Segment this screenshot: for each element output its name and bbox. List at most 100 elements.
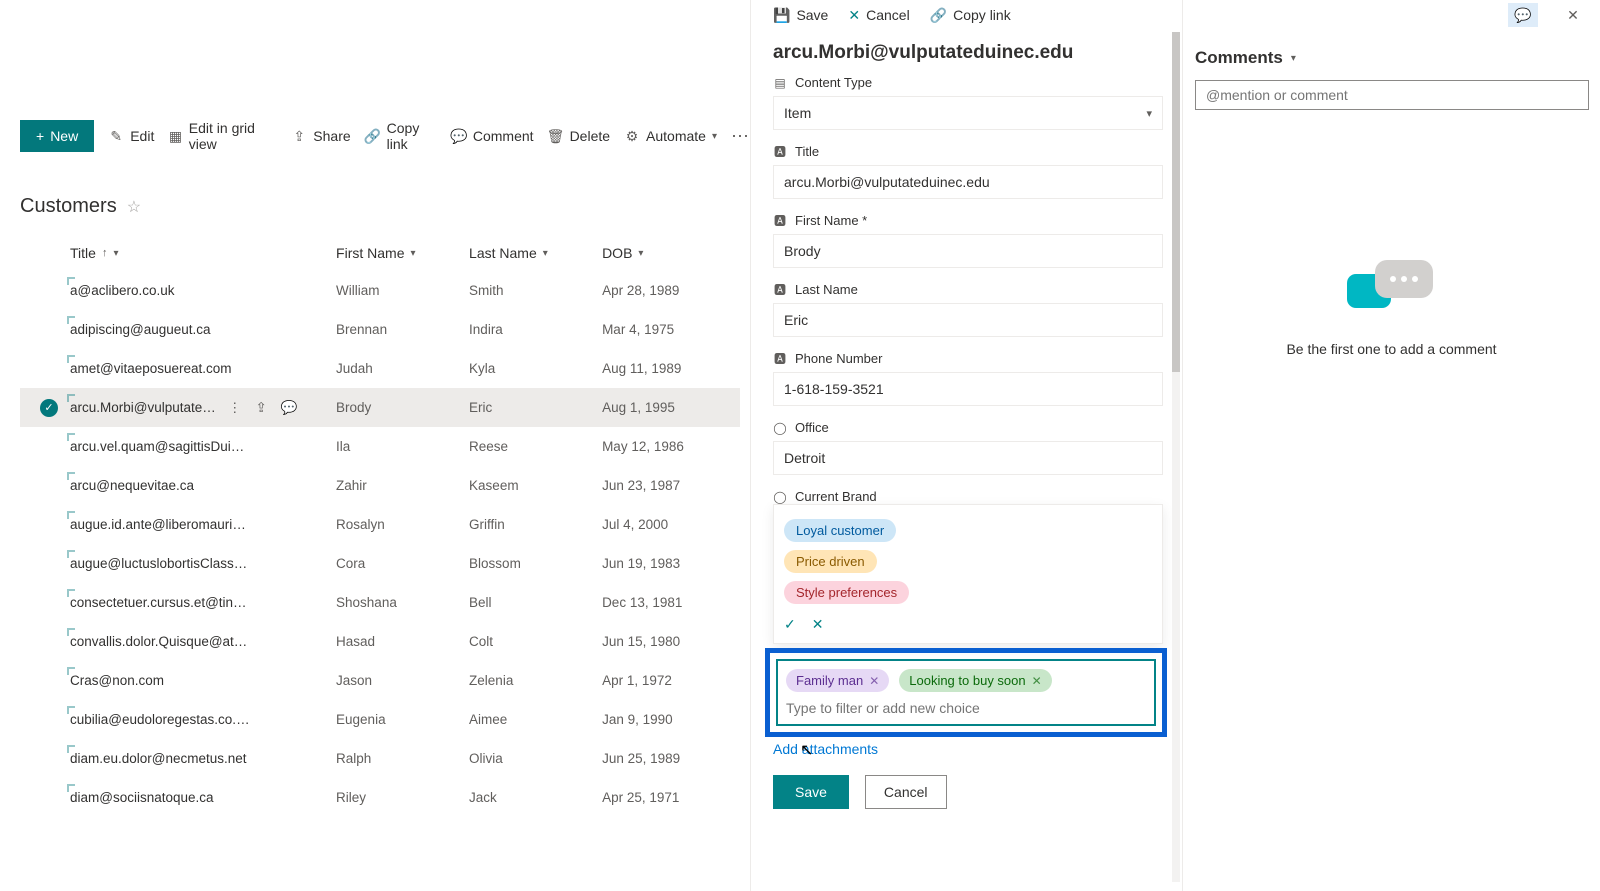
table-row[interactable]: ✓adipiscing@augueut.ca⋮⇪💬BrennanIndiraMa…: [20, 310, 740, 349]
comments-panel: 💬 ✕ Comments ▾ Be the first one to add a…: [1182, 0, 1600, 891]
field-first-name: 🅰First Name * Brody: [773, 213, 1163, 268]
comment-icon: 💬: [451, 128, 467, 144]
close-panel-button[interactable]: ✕: [1558, 3, 1588, 27]
scrollbar-thumb[interactable]: [1172, 32, 1180, 372]
link-icon: 🔗: [930, 7, 947, 24]
cell-dob: Mar 4, 1975: [602, 322, 740, 337]
main-list-area: + New ✎ Edit ▦ Edit in grid view ⇪ Share…: [0, 0, 750, 891]
cell-title: a@aclibero.co.uk⋮⇪💬: [70, 283, 336, 299]
dropdown-cancel-icon[interactable]: ✕: [812, 616, 824, 633]
table-row[interactable]: ✓amet@vitaeposuereat.com⋮⇪💬JudahKylaAug …: [20, 349, 740, 388]
link-icon: 🔗: [365, 128, 381, 144]
cell-title: cubilia@eudoloregestas.co.uk⋮⇪💬: [70, 712, 336, 728]
field-content-type: ▤Content Type Item ▾: [773, 75, 1163, 130]
panel-cancel-button[interactable]: ✕ Cancel: [848, 7, 909, 24]
text-icon: 🅰: [773, 145, 787, 159]
tag-remove-icon[interactable]: ✕: [869, 674, 879, 688]
choice-option-price[interactable]: Price driven: [784, 550, 877, 573]
table-row[interactable]: ✓augue@luctuslobortisClass.co.uk⋮⇪💬CoraB…: [20, 544, 740, 583]
phone-input[interactable]: 1-618-159-3521: [773, 372, 1163, 406]
office-input[interactable]: Detroit: [773, 441, 1163, 475]
col-dob[interactable]: DOB ▾: [602, 245, 740, 261]
delete-button[interactable]: 🗑 Delete: [548, 128, 610, 144]
cell-first-name: Jason: [336, 673, 469, 688]
row-selected-check-icon[interactable]: ✓: [40, 399, 58, 417]
title-input[interactable]: arcu.Morbi@vulputateduinec.edu: [773, 165, 1163, 199]
choice-option-loyal[interactable]: Loyal customer: [784, 519, 896, 542]
cell-title: augue@luctuslobortisClass.co.uk⋮⇪💬: [70, 556, 336, 572]
panel-scrollbar[interactable]: [1172, 32, 1180, 882]
content-type-select[interactable]: Item ▾: [773, 96, 1163, 130]
table-row[interactable]: ✓cubilia@eudoloregestas.co.uk⋮⇪💬EugeniaA…: [20, 700, 740, 739]
cell-dob: May 12, 1986: [602, 439, 740, 454]
panel-save-button[interactable]: 💾 Save: [773, 7, 828, 24]
field-title: 🅰Title arcu.Morbi@vulputateduinec.edu: [773, 144, 1163, 199]
row-comment-icon[interactable]: 💬: [281, 400, 298, 416]
last-name-input[interactable]: Eric: [773, 303, 1163, 337]
row-share-icon[interactable]: ⇪: [256, 400, 267, 416]
col-first-name[interactable]: First Name ▾: [336, 245, 469, 261]
customers-table: Title ↑ ▾ First Name ▾ Last Name ▾ DOB ▾…: [20, 235, 740, 817]
plus-icon: +: [36, 128, 44, 144]
col-title[interactable]: Title ↑ ▾: [70, 245, 336, 261]
choice-option-style[interactable]: Style preferences: [784, 581, 909, 604]
edit-button[interactable]: ✎ Edit: [108, 128, 154, 144]
cell-last-name: Aimee: [469, 712, 602, 727]
cell-first-name: Judah: [336, 361, 469, 376]
share-button[interactable]: ⇪ Share: [291, 128, 350, 144]
cell-title: arcu@nequevitae.ca⋮⇪💬: [70, 478, 336, 494]
add-attachments-link[interactable]: Add attachments: [773, 741, 1163, 757]
tag-remove-icon[interactable]: ✕: [1032, 674, 1042, 688]
tag-family-man: Family man ✕: [786, 669, 889, 692]
tag-input[interactable]: Family man ✕ Looking to buy soon ✕: [776, 659, 1156, 726]
cell-first-name: William: [336, 283, 469, 298]
text-icon: 🅰: [773, 283, 787, 297]
cancel-button[interactable]: Cancel: [865, 775, 947, 809]
cell-title: adipiscing@augueut.ca⋮⇪💬: [70, 322, 336, 338]
toolbar-overflow[interactable]: ⋯: [731, 126, 750, 147]
chevron-down-icon: ▾: [543, 248, 548, 259]
cell-dob: Jun 19, 1983: [602, 556, 740, 571]
table-row[interactable]: ✓consectetuer.cursus.et@tinciduntDonec.c…: [20, 583, 740, 622]
col-last-name[interactable]: Last Name ▾: [469, 245, 602, 261]
table-row[interactable]: ✓diam@sociisnatoque.ca⋮⇪💬RileyJackApr 25…: [20, 778, 740, 817]
first-name-input[interactable]: Brody: [773, 234, 1163, 268]
comments-toggle-button[interactable]: 💬: [1508, 3, 1538, 27]
cell-first-name: Brennan: [336, 322, 469, 337]
table-row[interactable]: ✓arcu.Morbi@vulputatedu...⋮⇪💬BrodyEricAu…: [20, 388, 740, 427]
field-current-brand: ◯Current Brand: [773, 489, 1163, 504]
cell-first-name: Rosalyn: [336, 517, 469, 532]
new-button-label: New: [50, 128, 78, 144]
trash-icon: 🗑: [548, 128, 564, 144]
chevron-down-icon[interactable]: ▾: [1291, 53, 1296, 64]
chevron-down-icon: ▾: [712, 131, 717, 142]
cell-dob: Jun 23, 1987: [602, 478, 740, 493]
table-row[interactable]: ✓Cras@non.com⋮⇪💬JasonZeleniaApr 1, 1972: [20, 661, 740, 700]
table-row[interactable]: ✓convallis.dolor.Quisque@at.co.uk⋮⇪💬Hasa…: [20, 622, 740, 661]
save-button[interactable]: Save: [773, 775, 849, 809]
cell-last-name: Bell: [469, 595, 602, 610]
table-row[interactable]: ✓arcu.vel.quam@sagittisDuisgravida.com⋮⇪…: [20, 427, 740, 466]
edit-grid-button[interactable]: ▦ Edit in grid view: [168, 120, 277, 152]
copylink-button[interactable]: 🔗 Copy link: [365, 120, 437, 152]
dropdown-confirm-icon[interactable]: ✓: [784, 616, 796, 633]
pencil-icon: ✎: [108, 128, 124, 144]
automate-button[interactable]: ⚙ Automate ▾: [624, 128, 717, 144]
panel-copylink-button[interactable]: 🔗 Copy link: [930, 7, 1011, 24]
cell-title: arcu.vel.quam@sagittisDuisgravida.com⋮⇪💬: [70, 439, 336, 455]
choice-icon: ◯: [773, 490, 787, 504]
table-row[interactable]: ✓arcu@nequevitae.ca⋮⇪💬ZahirKaseemJun 23,…: [20, 466, 740, 505]
comment-button[interactable]: 💬 Comment: [451, 128, 534, 144]
table-row[interactable]: ✓a@aclibero.co.uk⋮⇪💬WilliamSmithApr 28, …: [20, 271, 740, 310]
tag-filter-input[interactable]: [786, 700, 1146, 716]
comment-input[interactable]: [1195, 80, 1589, 110]
grid-icon: ▦: [168, 128, 182, 144]
table-row[interactable]: ✓augue.id.ante@liberomaurisaliquam.co.uk…: [20, 505, 740, 544]
table-row[interactable]: ✓diam.eu.dolor@necmetus.net⋮⇪💬RalphOlivi…: [20, 739, 740, 778]
new-button[interactable]: + New: [20, 120, 94, 152]
cell-dob: Apr 25, 1971: [602, 790, 740, 805]
highlighted-tag-input-box: Family man ✕ Looking to buy soon ✕: [765, 648, 1167, 737]
favorite-star-icon[interactable]: ☆: [127, 197, 141, 217]
table-body: ✓a@aclibero.co.uk⋮⇪💬WilliamSmithApr 28, …: [20, 271, 740, 817]
row-menu-icon[interactable]: ⋮: [228, 400, 242, 416]
